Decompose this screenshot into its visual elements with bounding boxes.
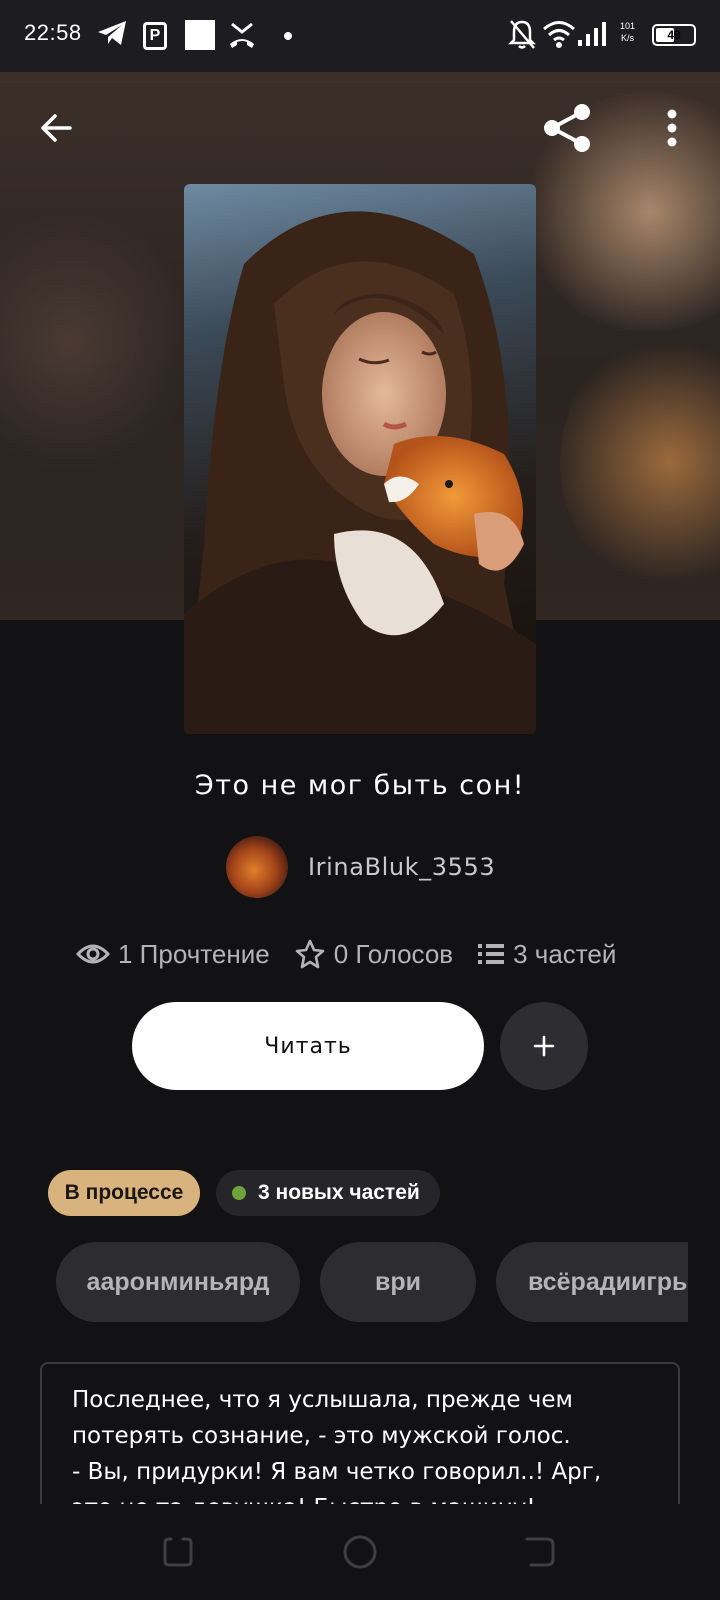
- tag-chip[interactable]: всёрадиигры: [496, 1242, 688, 1322]
- eye-icon: [76, 944, 110, 964]
- add-to-library-button[interactable]: [500, 1002, 588, 1090]
- system-navigation-bar: [0, 1504, 720, 1600]
- book-cover-image[interactable]: [184, 184, 536, 734]
- status-bar: 22:58 P 101 K/s 49: [0, 0, 720, 72]
- recent-apps-button[interactable]: [152, 1526, 204, 1578]
- home-button[interactable]: [334, 1526, 386, 1578]
- story-title: Это не мог быть сон!: [194, 770, 526, 801]
- new-parts-dot-icon: [232, 1186, 246, 1200]
- reads-stat: 1 Прочтение: [76, 939, 270, 970]
- story-stats: 1 Прочтение 0 Голосов 3 частей: [76, 934, 640, 974]
- new-parts-badge: 3 новых частей: [216, 1170, 440, 1216]
- back-button[interactable]: [28, 100, 84, 156]
- telegram-icon: [96, 18, 128, 52]
- recent-apps-icon: [163, 1537, 193, 1567]
- more-vertical-icon: [667, 109, 677, 147]
- status-badge: В процессе: [48, 1170, 200, 1216]
- description-text: Последнее, что я услышала, прежде чем по…: [72, 1387, 602, 1504]
- missed-call-icon: [228, 18, 256, 54]
- tag-chip[interactable]: ври: [320, 1242, 476, 1322]
- more-options-button[interactable]: [644, 100, 700, 156]
- signal-icon: [576, 18, 610, 54]
- status-time: 22:58: [24, 20, 82, 45]
- battery-icon: 49: [652, 24, 696, 46]
- notification-square-icon: [185, 20, 215, 50]
- battery-percent: 49: [667, 28, 681, 42]
- tag-chip[interactable]: аaронминьярд: [56, 1242, 300, 1322]
- network-speed: 101 K/s: [620, 21, 636, 43]
- share-icon: [544, 104, 590, 152]
- home-circle-icon: [343, 1535, 377, 1569]
- avatar[interactable]: [226, 836, 288, 898]
- wifi-icon: [542, 18, 576, 54]
- bell-off-icon: [507, 18, 537, 54]
- story-description[interactable]: Последнее, что я услышала, прежде чем по…: [40, 1362, 680, 1504]
- author-name[interactable]: IrinaBluk_3553: [308, 853, 495, 881]
- parts-stat: 3 частей: [477, 939, 616, 970]
- share-button[interactable]: [540, 100, 596, 156]
- back-nav-button[interactable]: [514, 1526, 566, 1578]
- plus-icon: [533, 1035, 555, 1057]
- votes-stat: 0 Голосов: [294, 938, 453, 970]
- tags-row: аaронминьярд ври всёрадиигры: [56, 1242, 688, 1322]
- author-link[interactable]: IrinaBluk_3553: [226, 836, 495, 898]
- arrow-left-icon: [41, 114, 72, 142]
- read-button[interactable]: Читать: [132, 1002, 484, 1090]
- back-nav-icon: [525, 1537, 555, 1567]
- star-icon: [295, 939, 324, 969]
- list-icon: [478, 944, 505, 964]
- parking-icon: P: [143, 22, 167, 50]
- more-notifications-dot-icon: [284, 32, 292, 40]
- cover-illustration-girl-with-fox: [184, 211, 536, 734]
